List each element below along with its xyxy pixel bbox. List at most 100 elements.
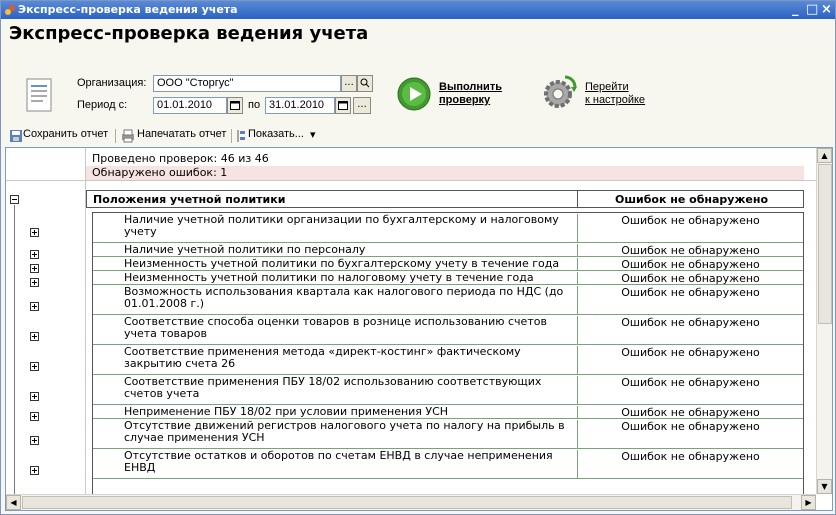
check-name: Отсутствие остатков и оборотов по счетам… [124, 449, 553, 474]
title-bar: Экспресс-проверка ведения учета _ □ × [1, 1, 835, 19]
save-report-button[interactable]: Сохранить отчет [23, 128, 108, 140]
organization-label: Организация: [77, 77, 147, 89]
minimize-button[interactable]: _ [792, 2, 799, 17]
check-name: Соответствие способа оценки товаров в ро… [124, 315, 547, 340]
scroll-right-button[interactable]: ▶ [801, 495, 816, 510]
check-name: Неизменность учетной политики по налогов… [124, 271, 534, 284]
app-icon [5, 5, 15, 15]
check-status: Ошибок не обнаружено [577, 376, 803, 405]
page-title: Экспресс-проверка ведения учета [9, 23, 369, 44]
calendar-icon [230, 101, 240, 110]
checks-done-text: Проведено проверок: 46 из 46 [92, 152, 269, 165]
table-row[interactable]: Наличие учетной политики организации по … [93, 213, 803, 243]
expand-row-toggle[interactable] [30, 412, 39, 421]
check-name: Неприменение ПБУ 18/02 при условии приме… [124, 405, 449, 418]
scroll-left-button[interactable]: ◀ [6, 495, 21, 510]
report-grid: Проведено проверок: 46 из 46 Обнаружено … [5, 147, 833, 511]
check-name: Наличие учетной политики по персоналу [124, 243, 366, 256]
check-status: Ошибок не обнаружено [577, 420, 803, 449]
date-from-field[interactable]: 01.01.2010 [153, 97, 227, 114]
expand-row-toggle[interactable] [30, 362, 39, 371]
section-status: Ошибок не обнаружено [577, 191, 805, 207]
section-title: Положения учетной политики [93, 193, 286, 206]
date-from-calendar-button[interactable] [227, 97, 243, 114]
expand-row-toggle[interactable] [30, 302, 39, 311]
tree-line [14, 205, 15, 495]
grid-divider [6, 180, 816, 181]
vertical-scroll-thumb[interactable] [818, 164, 832, 324]
check-status: Ошибок не обнаружено [577, 406, 803, 419]
run-check-link[interactable]: Выполнить [439, 81, 502, 93]
print-icon [122, 129, 134, 143]
vertical-scrollbar[interactable]: ▲ ▼ [816, 148, 832, 494]
print-report-button[interactable]: Напечатать отчет [137, 128, 226, 140]
search-icon [360, 78, 370, 88]
organization-select-button[interactable]: ... [341, 75, 357, 92]
date-to-calendar-button[interactable] [335, 97, 351, 114]
errors-found-row: Обнаружено ошибок: 1 [86, 166, 804, 180]
check-status: Ошибок не обнаружено [577, 272, 803, 285]
expand-row-toggle[interactable] [30, 466, 39, 475]
tree-expand-icon [237, 130, 245, 142]
check-name: Соответствие применения ПБУ 18/02 исполь… [124, 375, 542, 400]
table-row[interactable]: Соответствие применения метода «директ-к… [93, 345, 803, 375]
check-name: Отсутствие движений регистров налогового… [124, 419, 565, 444]
table-row[interactable]: Неизменность учетной политики по налогов… [93, 271, 803, 285]
table-row[interactable]: Наличие учетной политики по персоналу Ош… [93, 243, 803, 257]
window-title: Экспресс-проверка ведения учета [18, 3, 238, 16]
scroll-up-button[interactable]: ▲ [817, 148, 832, 163]
toolbar-separator [115, 129, 116, 143]
show-menu-dropdown-icon[interactable]: ▾ [310, 128, 316, 141]
close-button[interactable]: × [821, 2, 832, 17]
settings-gear-icon[interactable] [541, 73, 579, 111]
expand-row-toggle[interactable] [30, 332, 39, 341]
check-status: Ошибок не обнаружено [577, 316, 803, 345]
document-icon [26, 78, 52, 112]
period-to-label: по [248, 99, 261, 111]
toolbar-separator [231, 129, 232, 143]
errors-found-text: Обнаружено ошибок: 1 [92, 166, 228, 179]
check-status: Ошибок не обнаружено [577, 258, 803, 271]
expand-row-toggle[interactable] [30, 250, 39, 259]
show-menu-button[interactable]: Показать... [248, 128, 304, 140]
check-status: Ошибок не обнаружено [577, 346, 803, 375]
calendar-icon [338, 101, 348, 110]
check-list: Наличие учетной политики организации по … [92, 212, 804, 510]
expand-row-toggle[interactable] [30, 278, 39, 287]
horizontal-scrollbar[interactable]: ◀ ▶ [6, 494, 816, 510]
run-check-icon[interactable] [397, 77, 431, 111]
app-window: Экспресс-проверка ведения учета _ □ × Эк… [0, 0, 836, 515]
check-status: Ошибок не обнаружено [577, 450, 803, 479]
check-status: Ошибок не обнаружено [577, 244, 803, 257]
check-name: Соответствие применения метода «директ-к… [124, 345, 521, 370]
section-header-row[interactable]: Положения учетной политики Ошибок не обн… [86, 190, 804, 208]
table-row[interactable]: Отсутствие остатков и оборотов по счетам… [93, 449, 803, 479]
period-select-button[interactable]: ... [353, 97, 371, 114]
table-row[interactable]: Неприменение ПБУ 18/02 при условии приме… [93, 405, 803, 419]
check-status: Ошибок не обнаружено [577, 286, 803, 315]
table-row[interactable]: Соответствие способа оценки товаров в ро… [93, 315, 803, 345]
check-status: Ошибок не обнаружено [577, 214, 803, 243]
goto-settings-link[interactable]: Перейти [585, 81, 629, 93]
table-row[interactable]: Возможность использования квартала как н… [93, 285, 803, 315]
scroll-down-button[interactable]: ▼ [817, 479, 832, 494]
run-check-link-line2[interactable]: проверку [439, 94, 490, 106]
horizontal-scroll-thumb[interactable] [22, 496, 792, 509]
check-name: Наличие учетной политики организации по … [124, 213, 559, 238]
expand-row-toggle[interactable] [30, 392, 39, 401]
date-to-field[interactable]: 31.01.2010 [265, 97, 335, 114]
maximize-button[interactable]: □ [806, 2, 818, 17]
table-row[interactable]: Неизменность учетной политики по бухгалт… [93, 257, 803, 271]
table-row[interactable]: Отсутствие движений регистров налогового… [93, 419, 803, 449]
table-row[interactable]: Соответствие применения ПБУ 18/02 исполь… [93, 375, 803, 405]
check-name: Неизменность учетной политики по бухгалт… [124, 257, 560, 270]
expand-row-toggle[interactable] [30, 436, 39, 445]
organization-field[interactable]: ООО "Сторгус" [153, 75, 341, 92]
save-icon [10, 130, 22, 142]
organization-search-button[interactable] [357, 75, 373, 92]
collapse-section-toggle[interactable] [10, 195, 19, 204]
report-toolbar: Сохранить отчет Напечатать отчет Показат… [5, 126, 833, 146]
expand-row-toggle[interactable] [30, 228, 39, 237]
expand-row-toggle[interactable] [30, 264, 39, 273]
goto-settings-link-line2[interactable]: к настройке [585, 94, 645, 106]
